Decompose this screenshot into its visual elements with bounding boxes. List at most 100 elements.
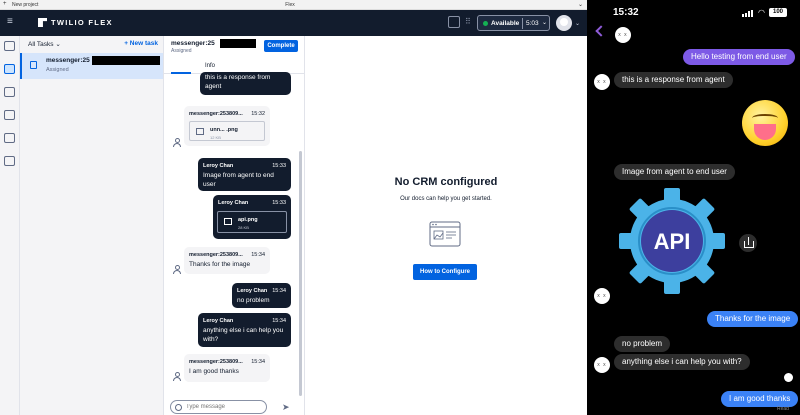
back-chevron-icon[interactable] — [595, 26, 603, 36]
message-sender: messenger:253809... — [189, 111, 243, 117]
complete-button[interactable]: Complete — [264, 40, 298, 52]
agent-message-bubble: Leroy Chan 15:33 Image from agent to end… — [198, 158, 291, 191]
admin-icon[interactable] — [4, 156, 15, 166]
phone-screen: 15:32 ◠ 100 x x Hello testing from end u… — [587, 0, 800, 415]
agent-message-bubble: Leroy Chan 15:34 no problem — [232, 283, 291, 308]
message-sender: Leroy Chan — [203, 318, 234, 324]
message-input[interactable] — [186, 402, 264, 412]
message-time: 15:34 — [272, 318, 286, 324]
message-time: 15:32 — [251, 111, 265, 117]
brand-title: TWILIO FLEX — [51, 18, 113, 27]
screen: + New project Flex ⌄ ≡ TWILIO FLEX ⠿ Ava… — [0, 0, 800, 415]
window-titlebar: + New project Flex ⌄ — [0, 0, 587, 10]
task-card[interactable]: messenger:25 Assigned — [20, 53, 163, 79]
chevron-down-icon[interactable]: ⌄ — [575, 20, 580, 27]
message-time: 15:33 — [272, 200, 286, 206]
chat-subtitle: Assigned — [171, 48, 192, 54]
flex-window: + New project Flex ⌄ ≡ TWILIO FLEX ⠿ Ava… — [0, 0, 587, 415]
customer-avatar-icon — [172, 138, 181, 147]
insights-icon[interactable] — [4, 133, 15, 143]
message-sender: Leroy Chan — [218, 200, 249, 206]
sent-message-bubble: I am good thanks — [721, 391, 799, 407]
new-project-label[interactable]: New project — [12, 2, 38, 8]
read-receipt: Read — [777, 406, 789, 412]
tasks-icon[interactable] — [4, 64, 15, 74]
customer-avatar-icon — [172, 372, 181, 381]
sent-message-bubble: Hello testing from end user — [683, 49, 795, 65]
crm-title: No CRM configured — [394, 176, 498, 188]
file-attachment[interactable]: api.png 28 KB — [217, 211, 287, 233]
crm-subtitle: Our docs can help you get started. — [400, 196, 492, 202]
queues-icon[interactable] — [4, 110, 15, 120]
customer-avatar-icon — [172, 265, 181, 274]
attach-icon[interactable] — [175, 404, 182, 411]
tab-messages[interactable] — [171, 62, 191, 74]
plus-icon[interactable]: + — [3, 1, 7, 7]
message-text: anything else i can help you with? — [203, 327, 284, 343]
status-timer: 5:03 — [526, 20, 539, 27]
attachment-size: 12 KB — [210, 135, 221, 140]
api-label: API — [654, 229, 691, 254]
chevron-down-icon[interactable]: ⌄ — [578, 1, 583, 8]
side-nav — [0, 36, 20, 415]
redaction — [92, 56, 160, 65]
send-icon[interactable]: ➤ — [282, 402, 290, 413]
battery-icon: 100 — [769, 8, 787, 17]
task-list: All Tasks ⌄ + New task messenger:25 Assi… — [20, 36, 164, 415]
api-gear-image[interactable]: API — [617, 186, 727, 296]
message-time: 15:34 — [272, 288, 286, 294]
new-task-button[interactable]: + New task — [124, 40, 158, 47]
focus-frame-icon[interactable] — [448, 16, 460, 28]
task-filter-dropdown[interactable]: All Tasks ⌄ — [28, 40, 61, 48]
message-sender: messenger:253809... — [189, 359, 243, 365]
customer-message-bubble: messenger:253809... 15:32 unn... .png 12… — [184, 106, 270, 146]
sent-message-bubble: Thanks for the image — [707, 311, 799, 327]
hamburger-menu-icon[interactable]: ≡ — [7, 16, 13, 27]
scroll-down-icon[interactable] — [784, 373, 793, 382]
crm-panel: No CRM configured Our docs can help you … — [305, 36, 587, 415]
message-text: Thanks for the image — [189, 261, 251, 268]
status-divider — [522, 18, 523, 29]
task-name: messenger:25 — [46, 57, 90, 64]
message-composer — [170, 400, 267, 414]
received-message-bubble: anything else i can help you with? — [614, 354, 750, 370]
contact-avatar: x x — [594, 288, 610, 304]
grid-dots-icon[interactable]: ⠿ — [465, 17, 471, 26]
browser-illustration-icon — [429, 221, 461, 247]
tongue-emoji-sticker — [742, 100, 788, 146]
image-file-icon — [196, 128, 204, 135]
customer-message-bubble: messenger:253809... 15:34 Thanks for the… — [184, 247, 270, 274]
message-text: no problem — [237, 297, 270, 304]
message-time: 15:34 — [251, 252, 265, 258]
chevron-down-icon: ⌄ — [542, 20, 548, 26]
signal-icon — [742, 10, 754, 17]
window-title: Flex — [285, 2, 295, 8]
task-status: Assigned — [46, 67, 69, 73]
received-message-bubble: no problem — [614, 336, 671, 352]
contact-avatar: x x — [594, 357, 610, 373]
chat-scrollbar[interactable] — [299, 151, 302, 396]
user-avatar[interactable] — [556, 15, 572, 31]
redaction — [220, 39, 256, 48]
chat-title: messenger:25 — [171, 40, 215, 47]
activity-status-dropdown[interactable]: Available 5:03 ⌄ — [477, 15, 550, 31]
tab-info[interactable]: Info — [205, 63, 215, 69]
image-file-icon — [224, 218, 232, 225]
contact-avatar[interactable]: x x — [615, 27, 631, 43]
message-sender: Leroy Chan — [203, 163, 234, 169]
message-time: 15:33 — [272, 163, 286, 169]
agent-desktop-icon[interactable] — [4, 41, 15, 51]
twilio-logo-icon — [38, 18, 47, 27]
agent-message-bubble: Leroy Chan 15:33 api.png 28 KB — [213, 195, 291, 239]
status-dot-icon — [483, 21, 488, 26]
share-icon[interactable] — [739, 234, 757, 252]
teams-icon[interactable] — [4, 87, 15, 97]
phone-clock: 15:32 — [613, 7, 639, 18]
status-label: Available — [491, 20, 520, 27]
agent-message-bubble: this is a response from agent — [200, 72, 291, 95]
received-message-bubble: Image from agent to end user — [614, 164, 735, 180]
message-time: 15:34 — [251, 359, 265, 365]
messenger-channel-icon — [30, 61, 37, 69]
how-to-configure-button[interactable]: How to Configure — [413, 264, 477, 280]
file-attachment[interactable]: unn... .png 12 KB — [189, 121, 265, 141]
